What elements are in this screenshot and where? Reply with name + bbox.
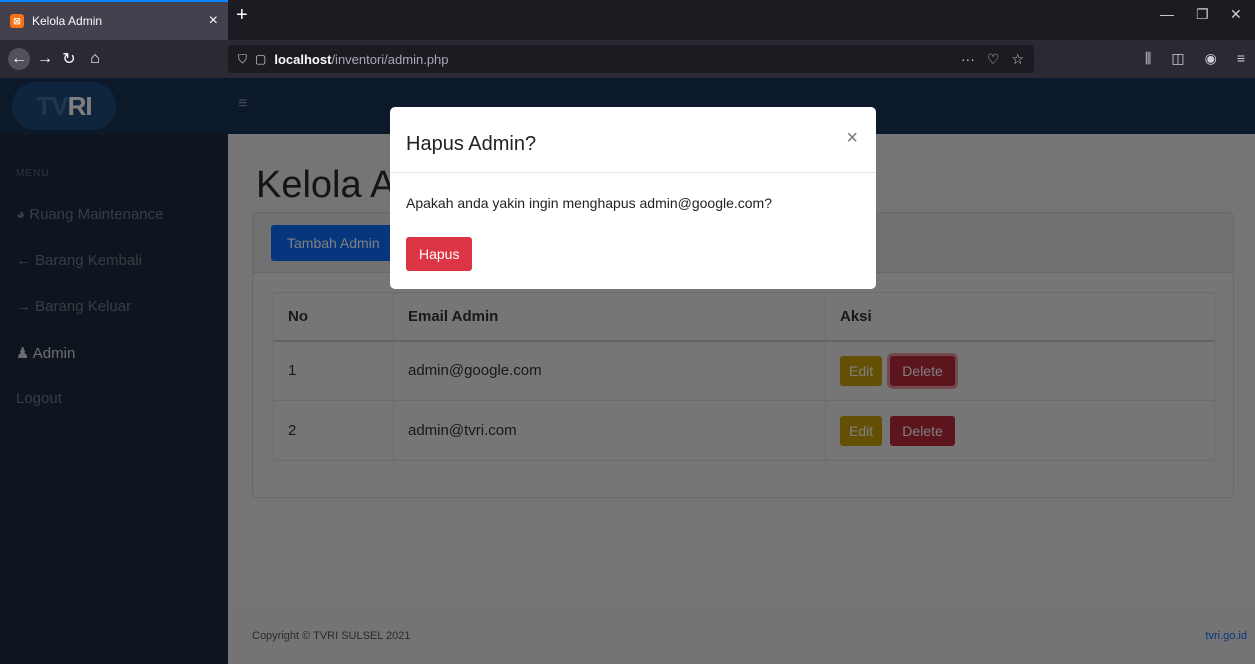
modal-header: Hapus Admin? × [390,107,876,173]
forward-icon[interactable]: → [34,48,56,70]
page-actions-icon[interactable]: ··· [961,51,975,68]
restore-icon[interactable]: ❐ [1196,6,1209,23]
shield-icon[interactable]: ⛉ [238,52,247,67]
modal-message: Apakah anda yakin ingin menghapus admin@… [406,195,773,211]
tab-title: Kelola Admin [32,14,103,28]
modal-title: Hapus Admin? [406,133,537,155]
new-tab-icon[interactable]: + [236,4,248,27]
xampp-favicon-icon: ⊠ [10,14,24,28]
back-icon[interactable]: ← [8,48,30,70]
confirm-delete-button[interactable]: Hapus [406,237,473,271]
window-close-icon[interactable]: ✕ [1230,6,1242,23]
tab-close-icon[interactable]: × [209,12,218,30]
url-path: /inventori/admin.php [331,51,449,67]
browser-tab[interactable]: ⊠ Kelola Admin × [0,0,228,40]
account-icon[interactable]: ◉ [1205,50,1217,67]
menu-icon[interactable]: ≡ [1237,50,1245,67]
url-host: localhost [274,51,332,67]
browser-tab-bar: ⊠ Kelola Admin × + — ❐ ✕ [0,0,1255,40]
modal-body: Apakah anda yakin ingin menghapus admin@… [390,173,876,289]
bookmark-star-icon[interactable]: ☆ [1011,51,1024,68]
pocket-icon[interactable]: ♡ [987,51,1000,68]
reload-icon[interactable]: ↻ [58,48,80,70]
minimize-icon[interactable]: — [1160,6,1174,22]
sidebar-toggle-icon[interactable]: ◫ [1171,50,1184,67]
home-icon[interactable]: ⌂ [84,48,106,70]
library-icon[interactable]: ⫼ [1145,50,1151,67]
modal-close-icon[interactable]: × [846,127,858,150]
delete-admin-modal: Hapus Admin? × Apakah anda yakin ingin m… [390,107,876,289]
page-icon: ▢ [255,52,267,66]
url-bar[interactable]: ⛉ ▢ localhost /inventori/admin.php ··· ♡… [228,45,1034,73]
